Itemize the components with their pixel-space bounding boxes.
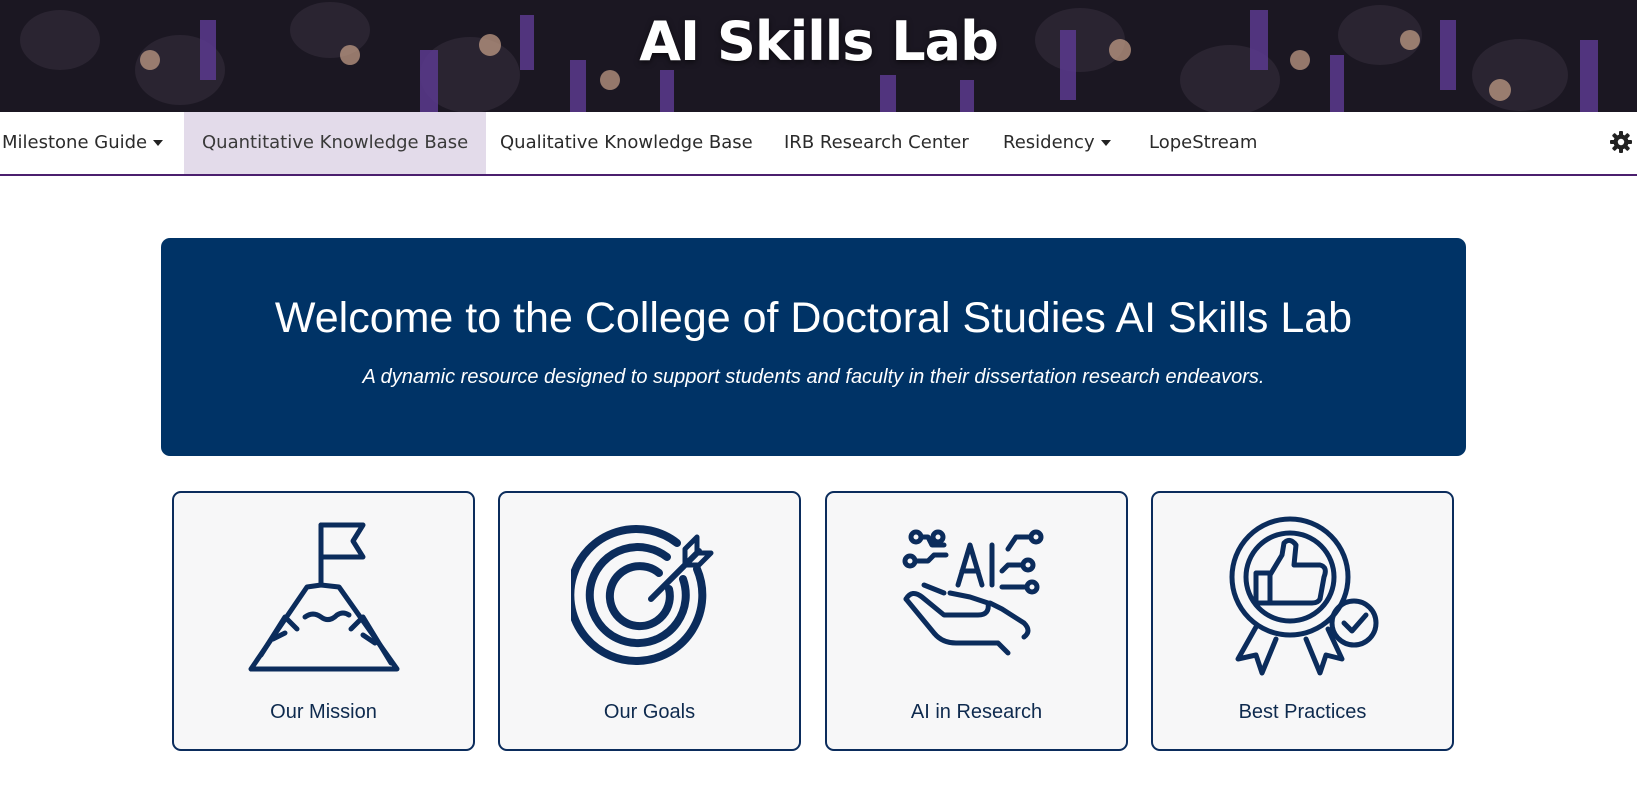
nav-milestone-guide[interactable]: Milestone Guide [2,112,164,174]
nav-item-label: LopeStream [1149,132,1258,153]
mountain-flag-icon [248,522,400,672]
card-best-practices[interactable]: Best Practices [1151,491,1454,751]
card-label: Our Goals [603,701,696,723]
hero-banner: AI Skills Lab [0,0,1637,112]
caret-down-icon [153,140,164,146]
nav-item-label: IRB Research Center [784,132,969,153]
nav-irb-research-center[interactable]: IRB Research Center [784,112,969,174]
card-label: Our Mission [270,701,377,723]
welcome-panel: Welcome to the College of Doctoral Studi… [161,238,1466,456]
caret-down-icon [1100,140,1111,146]
nav-item-label: Qualitative Knowledge Base [500,132,753,153]
main-navbar: Milestone Guide Quantitative Knowledge B… [0,112,1637,176]
site-title: AI Skills Lab [639,10,998,73]
ai-hand-icon [902,529,1044,656]
nav-qualitative-knowledge-base[interactable]: Qualitative Knowledge Base [500,112,753,174]
card-label: Best Practices [1238,701,1367,723]
welcome-subtitle: A dynamic resource designed to support s… [362,366,1265,388]
gear-icon[interactable] [1609,130,1633,154]
welcome-title: Welcome to the College of Doctoral Studi… [274,294,1353,342]
card-our-goals[interactable]: Our Goals [498,491,801,751]
nav-item-label: Quantitative Knowledge Base [202,132,469,153]
card-label: AI in Research [910,701,1043,723]
nav-quantitative-knowledge-base[interactable]: Quantitative Knowledge Base [184,112,487,174]
award-thumbs-up-icon [1229,516,1379,676]
nav-residency[interactable]: Residency [1003,112,1111,174]
card-ai-in-research[interactable]: AI in Research [825,491,1128,751]
nav-lopestream[interactable]: LopeStream [1149,112,1257,174]
nav-item-label: Residency [1003,132,1095,153]
target-arrow-icon [571,525,714,665]
card-our-mission[interactable]: Our Mission [172,491,475,751]
nav-item-label: Milestone Guide [2,132,148,153]
